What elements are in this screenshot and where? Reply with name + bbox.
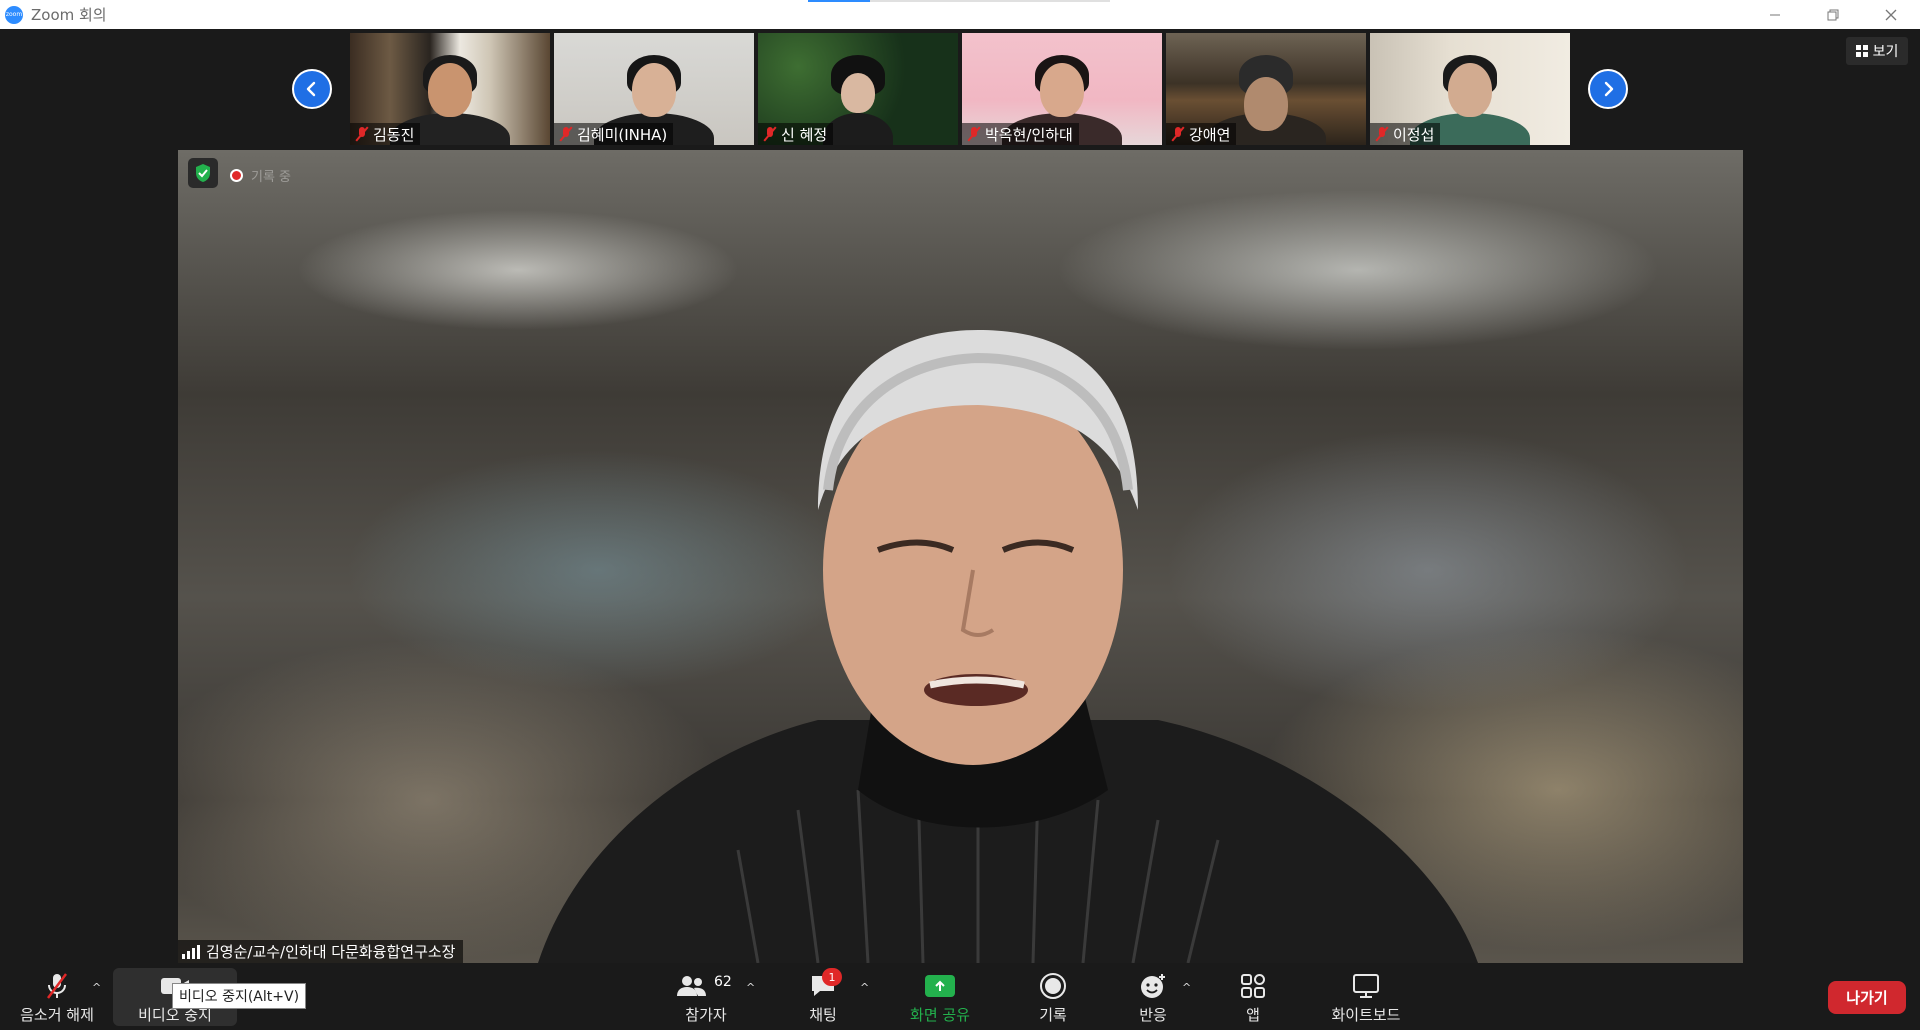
apps-label: 앱 xyxy=(1246,1006,1260,1024)
participant-name: 김혜미(INHA) xyxy=(577,125,668,144)
participant-name-tag: 강애연 xyxy=(1166,123,1237,145)
participant-thumbnail[interactable]: 신 혜정 xyxy=(758,33,958,145)
leave-meeting-button[interactable]: 나가기 xyxy=(1828,981,1906,1014)
participant-name-tag: 이정섭 xyxy=(1370,123,1441,145)
signal-strength-icon xyxy=(182,944,200,959)
recording-label: 기록 중 xyxy=(251,170,292,185)
participant-name: 신 혜정 xyxy=(781,125,828,144)
grid-view-icon xyxy=(1855,45,1868,57)
whiteboard-label: 화이트보드 xyxy=(1331,1006,1401,1024)
participant-thumbnail[interactable]: 김혜미(INHA) xyxy=(554,33,754,145)
audio-options-caret-icon[interactable]: ^ xyxy=(92,981,101,994)
participant-thumbnail[interactable]: 강애연 xyxy=(1166,33,1366,145)
mic-muted-icon xyxy=(354,126,370,142)
participants-label: 참가자 xyxy=(685,1006,727,1024)
stop-video-tooltip: 비디오 중지(Alt+V) xyxy=(172,983,307,1009)
record-button[interactable]: 기록 xyxy=(1020,963,1086,1030)
whiteboard-icon xyxy=(1353,974,1379,998)
recording-dot-icon xyxy=(230,169,243,182)
mic-muted-icon xyxy=(558,126,574,142)
participants-options-caret-icon[interactable]: ^ xyxy=(746,981,755,994)
next-page-button[interactable] xyxy=(1588,69,1628,109)
participant-name-tag: 김동진 xyxy=(350,123,421,145)
chat-button[interactable]: 1 채팅 xyxy=(790,963,856,1030)
restore-button[interactable] xyxy=(1804,0,1862,29)
active-speaker-video: 기록 중 김영순/교수/인하대 다문화융합연구소장 xyxy=(178,150,1743,963)
share-screen-label: 화면 공유 xyxy=(910,1006,970,1024)
minimize-button[interactable] xyxy=(1746,0,1804,29)
microphone-muted-icon xyxy=(47,973,67,999)
participant-name: 박옥현/인하대 xyxy=(985,125,1073,144)
mic-muted-icon xyxy=(1170,126,1186,142)
close-button[interactable] xyxy=(1862,0,1920,29)
apps-icon xyxy=(1241,974,1265,998)
mic-muted-icon xyxy=(966,126,982,142)
minimize-icon xyxy=(1770,14,1780,15)
participant-name-tag: 김혜미(INHA) xyxy=(554,123,674,145)
participants-button[interactable]: 62 참가자 xyxy=(654,963,758,1030)
reactions-label: 반응 xyxy=(1139,1006,1167,1024)
participant-thumbnail[interactable]: 김동진 xyxy=(350,33,550,145)
zoom-logo-icon: zoom xyxy=(5,5,23,24)
restore-icon xyxy=(1827,9,1839,20)
chevron-right-icon xyxy=(1604,81,1614,97)
share-screen-button[interactable]: 화면 공유 xyxy=(890,963,990,1030)
participant-name-tag: 신 혜정 xyxy=(758,123,834,145)
previous-page-button[interactable] xyxy=(292,69,332,109)
participant-name: 김동진 xyxy=(373,125,415,144)
whiteboard-button[interactable]: 화이트보드 xyxy=(1316,963,1416,1030)
apps-button[interactable]: 앱 xyxy=(1220,963,1286,1030)
record-icon xyxy=(1040,973,1066,999)
record-label: 기록 xyxy=(1039,1006,1067,1024)
participants-icon xyxy=(677,976,706,996)
participant-thumbnail[interactable]: 박옥현/인하대 xyxy=(962,33,1162,145)
window-controls xyxy=(1746,0,1920,29)
view-button[interactable]: 보기 xyxy=(1846,37,1908,65)
chat-unread-badge: 1 xyxy=(822,968,842,986)
mic-muted-icon xyxy=(1374,126,1390,142)
chat-label: 채팅 xyxy=(809,1006,837,1024)
zoom-meeting-window: zoom Zoom 회의 보기 김동진 김혜미(INHA) 신 혜정 박옥현/인… xyxy=(0,0,1920,1030)
view-button-label: 보기 xyxy=(1872,44,1899,60)
speaker-name: 김영순/교수/인하대 다문화융합연구소장 xyxy=(206,943,456,961)
reactions-options-caret-icon[interactable]: ^ xyxy=(1182,981,1191,994)
speaker-video-feed xyxy=(538,330,1478,963)
participant-name: 이정섭 xyxy=(1393,125,1435,144)
chat-options-caret-icon[interactable]: ^ xyxy=(860,981,869,994)
reactions-button[interactable]: 반응 xyxy=(1120,963,1186,1030)
participant-thumbnail[interactable]: 이정섭 xyxy=(1370,33,1570,145)
speaker-name-tag: 김영순/교수/인하대 다문화융합연구소장 xyxy=(178,940,464,963)
participant-name-tag: 박옥현/인하대 xyxy=(962,123,1079,145)
emoji-reaction-icon xyxy=(1141,974,1165,998)
share-screen-icon xyxy=(925,975,955,997)
unmute-button[interactable]: 음소거 해제 xyxy=(14,963,100,1030)
mic-muted-icon xyxy=(762,126,778,142)
participants-count: 62 xyxy=(714,974,732,990)
unmute-label: 음소거 해제 xyxy=(20,1006,94,1024)
title-bar: zoom Zoom 회의 xyxy=(0,0,1920,29)
participant-name: 강애연 xyxy=(1189,125,1231,144)
participant-thumbnail-strip: 김동진 김혜미(INHA) 신 혜정 박옥현/인하대 강애연 이정섭 xyxy=(350,33,1570,145)
recording-indicator: 기록 중 xyxy=(230,166,291,185)
active-tab-indicator xyxy=(808,0,1110,2)
window-title: Zoom 회의 xyxy=(31,6,107,24)
chevron-left-icon xyxy=(306,81,316,97)
close-icon xyxy=(1885,9,1897,20)
security-shield-icon[interactable] xyxy=(188,158,218,188)
